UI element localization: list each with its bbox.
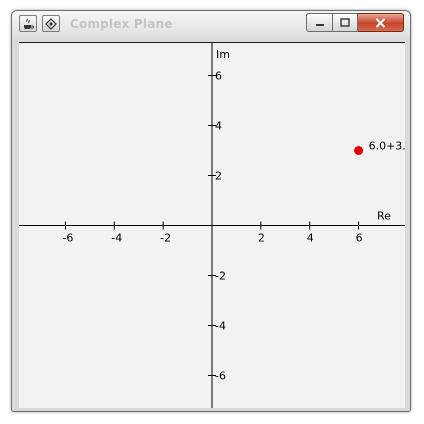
app-window: Complex Plane -6 -4 -2 2 4 6 6 4 2 -2 -4 -6 Re Im (11, 10, 411, 412)
window-title: Complex Plane (70, 17, 173, 31)
x-tick-label: -4 (111, 232, 122, 245)
plot-area[interactable]: -6 -4 -2 2 4 6 6 4 2 -2 -4 -6 Re Im 6.0+3. (19, 42, 406, 408)
points: 6.0+3. (354, 140, 406, 155)
y-tick-label: -6 (215, 370, 226, 383)
close-icon (375, 17, 386, 28)
minimize-button[interactable] (306, 13, 333, 32)
y-tick-label: 6 (215, 70, 222, 83)
y-tick-label: 4 (215, 120, 222, 133)
complex-plane-chart: -6 -4 -2 2 4 6 6 4 2 -2 -4 -6 Re Im 6.0+3. (19, 43, 406, 408)
maximize-button[interactable] (333, 13, 358, 32)
java-cup-glyph (24, 18, 34, 29)
x-tick-label: 6 (356, 232, 363, 245)
x-axis-label: Re (377, 210, 391, 223)
x-tick-label: 4 (307, 232, 314, 245)
y-tick-label: -4 (215, 320, 226, 333)
close-button[interactable] (358, 13, 404, 32)
data-point-label: 6.0+3. (369, 140, 405, 153)
y-tick-label: 2 (215, 170, 222, 183)
x-tick-label: -6 (62, 232, 73, 245)
data-point (354, 146, 364, 155)
x-tick-label: -2 (160, 232, 171, 245)
window-controls (306, 13, 404, 33)
y-tick-label: -2 (215, 270, 226, 283)
minimize-icon (315, 23, 324, 26)
y-axis-label: Im (216, 48, 230, 61)
axes: -6 -4 -2 2 4 6 6 4 2 -2 -4 -6 Re Im (19, 43, 405, 408)
diamond-glyph (45, 17, 57, 30)
maximize-icon (340, 18, 350, 27)
x-tick-label: 2 (258, 232, 265, 245)
diamond-menu-icon[interactable] (42, 15, 60, 32)
java-app-icon[interactable] (19, 15, 37, 32)
title-bar[interactable]: Complex Plane (12, 11, 410, 41)
